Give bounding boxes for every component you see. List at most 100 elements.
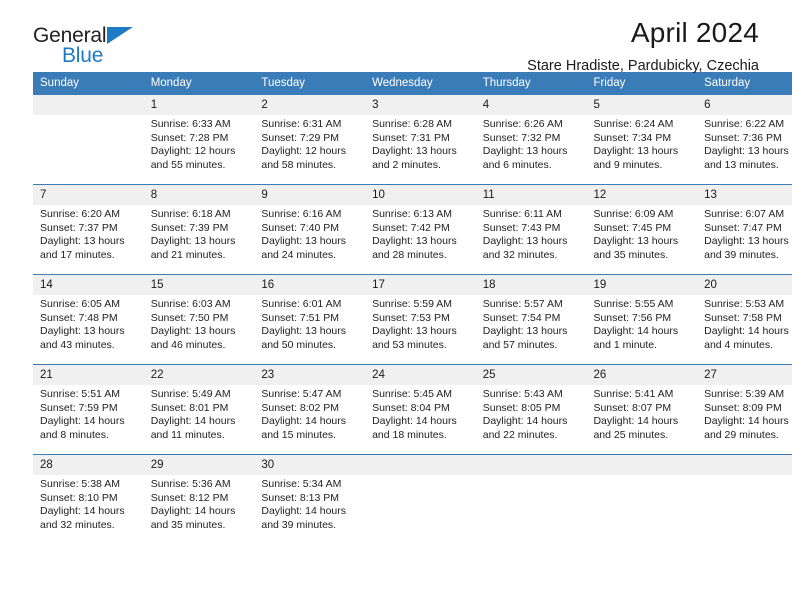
daylight-duration-line1: Daylight: 13 hours [372,235,457,248]
sunset-time: Sunset: 7:53 PM [372,311,450,324]
daylight-duration-line1: Daylight: 13 hours [40,235,125,248]
sunset-time: Sunset: 8:05 PM [482,401,561,414]
calendar-page: General Blue April 2024 Stare Hradiste, … [0,0,792,612]
sunset-time: Sunset: 7:51 PM [261,311,340,324]
day-number [33,95,144,115]
daylight-duration-line2: and 50 minutes. [261,338,337,351]
calendar-day-cell[interactable]: 11 Sunrise: 6:11 AM Sunset: 7:43 PM Dayligh… [475,184,587,275]
calendar-day-cell[interactable]: 15 Sunrise: 6:03 AM Sunset: 7:50 PM Dayligh… [143,274,255,365]
calendar-day-cell-empty [586,454,698,544]
sunset-time: Sunset: 7:32 PM [482,131,561,144]
calendar-day-cell-empty [697,454,792,544]
calendar-day-cell[interactable]: 3 Sunrise: 6:28 AM Sunset: 7:31 PM Daylight… [365,95,476,185]
calendar-week-row: 7 Sunrise: 6:20 AM Sunset: 7:37 PM Daylight… [33,184,792,275]
daylight-duration-line1: Daylight: 13 hours [261,235,347,248]
calendar-grid: Sunday Monday Tuesday Wednesday Thursday Frid… [33,72,792,544]
calendar-day-cell[interactable]: 14 Sunrise: 6:05 AM Sunset: 7:48 PM Dayligh… [33,274,144,365]
sunrise-time: Sunrise: 5:43 AM [482,388,563,400]
calendar-day-cell[interactable]: 24 Sunrise: 5:45 AM Sunset: 8:04 PM Dayligh… [365,364,476,455]
calendar-day-cell[interactable]: 23 Sunrise: 5:47 AM Sunset: 8:02 PM Dayligh… [254,364,366,455]
calendar-day-cell-empty [365,454,476,544]
calendar-day-cell[interactable]: 18 Sunrise: 5:57 AM Sunset: 7:54 PM Dayligh… [475,274,587,365]
calendar-day-cell[interactable]: 28 Sunrise: 5:38 AM Sunset: 8:10 PM Dayligh… [33,454,144,544]
day-sun-info: Sunrise: 5:59 AM Sunset: 7:53 PM Daylight:… [365,295,476,352]
day-sun-info: Sunrise: 5:34 AM Sunset: 8:13 PM Daylight:… [254,475,365,532]
day-number [697,455,792,475]
day-number: 10 [365,185,476,205]
daylight-duration-line2: and 35 minutes. [593,248,669,261]
day-sun-info: Sunrise: 5:39 AM Sunset: 8:09 PM Daylight:… [697,385,792,442]
day-number: 21 [33,365,144,385]
day-sun-info: Sunrise: 6:28 AM Sunset: 7:31 PM Daylight:… [365,115,476,172]
title-block: April 2024 Stare Hradiste, Pardubicky, C… [527,16,759,76]
day-number: 7 [33,185,144,205]
day-number: 13 [697,185,792,205]
calendar-day-cell[interactable]: 6 Sunrise: 6:22 AM Sunset: 7:36 PM Daylight… [697,95,792,185]
calendar-day-cell[interactable]: 30 Sunrise: 5:34 AM Sunset: 8:13 PM Dayligh… [254,454,366,544]
sunset-time: Sunset: 7:58 PM [704,311,782,324]
calendar-day-cell[interactable]: 13 Sunrise: 6:07 AM Sunset: 7:47 PM Dayligh… [697,184,792,275]
calendar-day-cell[interactable]: 5 Sunrise: 6:24 AM Sunset: 7:34 PM Daylight… [586,95,698,185]
calendar-day-cell[interactable]: 1 Sunrise: 6:33 AM Sunset: 7:28 PM Daylight… [143,95,255,185]
sunset-time: Sunset: 8:02 PM [261,401,340,414]
day-sun-info: Sunrise: 6:26 AM Sunset: 7:32 PM Daylight:… [476,115,587,172]
daylight-duration-line1: Daylight: 14 hours [482,415,568,428]
day-number: 22 [143,365,255,385]
calendar-day-cell[interactable]: 17 Sunrise: 5:59 AM Sunset: 7:53 PM Dayligh… [365,274,476,365]
calendar-day-cell[interactable]: 4 Sunrise: 6:26 AM Sunset: 7:32 PM Daylight… [475,95,587,185]
daylight-duration-line1: Daylight: 13 hours [372,145,457,158]
calendar-day-cell[interactable]: 10 Sunrise: 6:13 AM Sunset: 7:42 PM Dayligh… [365,184,476,275]
calendar-day-cell-empty [33,95,144,185]
day-sun-info: Sunrise: 5:55 AM Sunset: 7:56 PM Daylight:… [586,295,697,352]
calendar-day-cell[interactable]: 25 Sunrise: 5:43 AM Sunset: 8:05 PM Dayligh… [475,364,587,455]
day-sun-info: Sunrise: 5:45 AM Sunset: 8:04 PM Daylight:… [365,385,476,442]
sunrise-time: Sunrise: 5:34 AM [261,478,342,490]
sunrise-time: Sunrise: 6:26 AM [482,118,563,130]
calendar-day-cell[interactable]: 22 Sunrise: 5:49 AM Sunset: 8:01 PM Dayligh… [143,364,255,455]
daylight-duration-line1: Daylight: 14 hours [593,325,679,338]
calendar-day-cell[interactable]: 19 Sunrise: 5:55 AM Sunset: 7:56 PM Dayligh… [586,274,698,365]
sunrise-time: Sunrise: 6:22 AM [704,118,785,130]
daylight-duration-line1: Daylight: 13 hours [150,325,236,338]
calendar-day-cell[interactable]: 7 Sunrise: 6:20 AM Sunset: 7:37 PM Daylight… [33,184,144,275]
day-sun-info: Sunrise: 6:33 AM Sunset: 7:28 PM Daylight:… [144,115,255,172]
daylight-duration-line1: Daylight: 14 hours [261,505,347,518]
day-number: 2 [254,95,366,115]
daylight-duration-line1: Daylight: 14 hours [40,415,125,428]
day-number [365,455,476,475]
generalblue-logo[interactable]: General Blue [33,24,153,70]
calendar-day-cell[interactable]: 12 Sunrise: 6:09 AM Sunset: 7:45 PM Dayligh… [586,184,698,275]
day-number: 24 [365,365,476,385]
calendar-day-cell[interactable]: 21 Sunrise: 5:51 AM Sunset: 7:59 PM Dayligh… [33,364,144,455]
day-number: 17 [365,275,476,295]
day-number: 18 [475,275,587,295]
calendar-day-cell[interactable]: 29 Sunrise: 5:36 AM Sunset: 8:12 PM Dayligh… [143,454,255,544]
calendar-day-cell[interactable]: 16 Sunrise: 6:01 AM Sunset: 7:51 PM Dayligh… [254,274,366,365]
calendar-day-cell[interactable]: 9 Sunrise: 6:16 AM Sunset: 7:40 PM Daylight… [254,184,366,275]
daylight-duration-line2: and 18 minutes. [372,428,447,441]
sunrise-time: Sunrise: 5:51 AM [40,388,120,400]
daylight-duration-line2: and 39 minutes. [261,518,337,531]
day-number: 12 [586,185,698,205]
day-number: 14 [33,275,144,295]
day-number: 27 [697,365,792,385]
daylight-duration-line2: and 29 minutes. [704,428,779,441]
daylight-duration-line2: and 32 minutes. [482,248,558,261]
sunrise-time: Sunrise: 6:13 AM [372,208,453,220]
day-number: 29 [143,455,255,475]
calendar-day-cell[interactable]: 8 Sunrise: 6:18 AM Sunset: 7:39 PM Daylight… [143,184,255,275]
calendar-body: 1 Sunrise: 6:33 AM Sunset: 7:28 PM Daylight… [33,95,792,544]
calendar-day-cell[interactable]: 2 Sunrise: 6:31 AM Sunset: 7:29 PM Daylight… [254,95,366,185]
calendar-week-row: 28 Sunrise: 5:38 AM Sunset: 8:10 PM Dayligh… [33,454,792,544]
sunrise-time: Sunrise: 5:47 AM [261,388,342,400]
page-title: April 2024 [630,17,759,48]
daylight-duration-line1: Daylight: 13 hours [704,235,789,248]
daylight-duration-line2: and 32 minutes. [40,518,115,531]
sunrise-time: Sunrise: 5:36 AM [150,478,231,490]
daylight-duration-line1: Daylight: 14 hours [372,415,457,428]
calendar-day-cell[interactable]: 20 Sunrise: 5:53 AM Sunset: 7:58 PM Dayligh… [697,274,792,365]
daylight-duration-line2: and 22 minutes. [482,428,558,441]
calendar-day-cell[interactable]: 26 Sunrise: 5:41 AM Sunset: 8:07 PM Dayligh… [586,364,698,455]
calendar-day-cell[interactable]: 27 Sunrise: 5:39 AM Sunset: 8:09 PM Dayligh… [697,364,792,455]
calendar-day-cell-empty [475,454,587,544]
